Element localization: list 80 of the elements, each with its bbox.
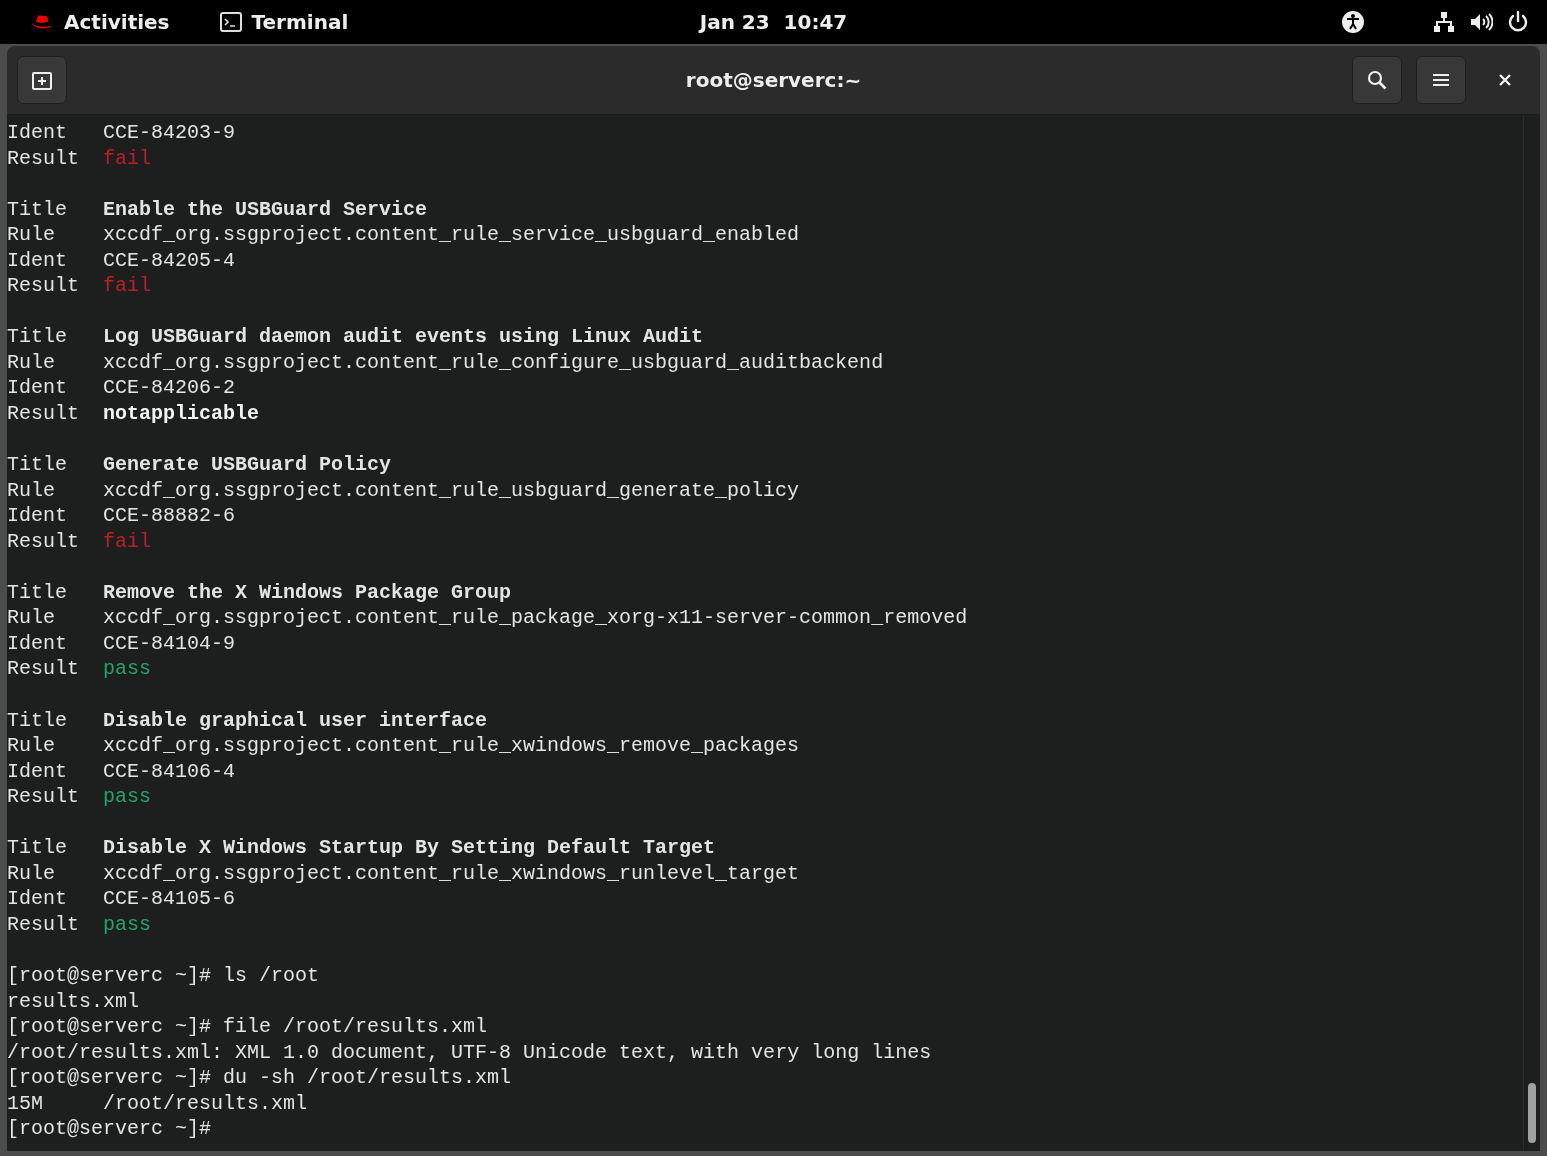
menu-button[interactable] [1416, 56, 1466, 104]
new-tab-button[interactable] [17, 56, 67, 104]
field-value: CCE-84106-4 [103, 758, 236, 785]
rule-title: Disable X Windows Startup By Setting Default Target [103, 835, 716, 861]
close-icon [1499, 74, 1511, 86]
field-label: Ident [7, 886, 68, 912]
field-label: Result [7, 145, 80, 172]
field-value: CCE-84206-2 [103, 375, 236, 401]
field-value: xccdf_org.ssgproject.content_rule_xwindows_remove_packages [103, 733, 800, 759]
field-label: Result [7, 401, 80, 427]
field-label: Rule [7, 349, 56, 376]
field-label: Rule [7, 733, 56, 759]
search-icon [1367, 70, 1387, 90]
field-value: xccdf_org.ssgproject.content_rule_xwindows_runlevel_target [103, 860, 800, 887]
field-label: Ident [7, 630, 68, 657]
field-value: xccdf_org.ssgproject.content_rule_configure_usbguard_auditbackend [103, 349, 884, 376]
field-value: CCE-84203-9 [103, 120, 236, 146]
field-label: Result [7, 273, 80, 299]
scrollbar-thumb[interactable] [1528, 1083, 1536, 1143]
window-title: root@serverc:~ [685, 68, 862, 92]
terminal-icon [219, 12, 242, 32]
result-value: fail [103, 145, 151, 172]
result-value: pass [103, 784, 151, 810]
field-label: Ident [7, 247, 68, 274]
field-label: Rule [7, 222, 56, 248]
field-label: Title [7, 579, 68, 606]
field-label: Rule [7, 477, 56, 504]
command-output: 15M /root/results.xml [7, 1090, 308, 1117]
field-label: Result [7, 784, 80, 810]
field-label: Ident [7, 758, 68, 785]
network-icon[interactable] [1433, 11, 1455, 33]
field-value: CCE-84104-9 [103, 630, 236, 657]
new-tab-icon [31, 69, 53, 91]
result-value: fail [103, 273, 151, 299]
field-label: Title [7, 835, 68, 861]
volume-icon[interactable] [1469, 11, 1493, 33]
activities-button[interactable]: Activities [30, 10, 170, 34]
app-menu[interactable]: Terminal [219, 10, 349, 34]
field-value: CCE-88882-6 [103, 503, 236, 529]
field-value: CCE-84205-4 [103, 247, 236, 274]
rule-title: Generate USBGuard Policy [103, 452, 392, 478]
field-value: xccdf_org.ssgproject.content_rule_package_xorg-x11-server-common_removed [103, 605, 968, 631]
power-icon[interactable] [1507, 11, 1529, 33]
result-value: pass [103, 911, 151, 938]
shell-command: file /root/results.xml [223, 1014, 488, 1040]
field-label: Title [7, 452, 68, 478]
field-label: Result [7, 656, 80, 683]
field-label: Result [7, 528, 80, 555]
shell-prompt: [root@serverc ~]# [7, 1065, 212, 1091]
hat-icon [30, 14, 54, 30]
field-label: Ident [7, 120, 68, 146]
accessibility-icon[interactable] [1341, 10, 1365, 34]
field-label: Ident [7, 375, 68, 401]
shell-prompt: [root@serverc ~]# [7, 1116, 212, 1142]
menu-icon [1433, 73, 1449, 87]
field-label: Ident [7, 503, 68, 529]
command-output: results.xml [7, 988, 140, 1015]
shell-prompt: [root@serverc ~]# [7, 1014, 212, 1040]
field-label: Title [7, 196, 68, 223]
field-value: xccdf_org.ssgproject.content_rule_service_usbguard_enabled [103, 222, 800, 248]
rule-title: Disable graphical user interface [103, 707, 488, 734]
result-value: fail [103, 528, 151, 555]
shell-command: ls /root [223, 963, 320, 989]
search-button[interactable] [1352, 56, 1402, 104]
command-output: /root/results.xml: XML 1.0 document, UTF-8 Unicode text, with very long lines [7, 1039, 932, 1066]
result-value: notapplicable [103, 401, 260, 427]
shell-command: du -sh /root/results.xml [223, 1065, 512, 1091]
clock[interactable]: Jan 23 10:47 [699, 10, 848, 34]
field-label: Rule [7, 860, 56, 887]
field-value: CCE-84105-6 [103, 886, 236, 912]
rule-title: Log USBGuard daemon audit events using Linux Audit [103, 324, 704, 350]
field-label: Result [7, 911, 80, 938]
result-value: pass [103, 656, 151, 683]
field-label: Title [7, 707, 68, 734]
field-label: Title [7, 324, 68, 350]
rule-title: Remove the X Windows Package Group [103, 579, 512, 606]
field-label: Rule [7, 605, 56, 631]
shell-prompt: [root@serverc ~]# [7, 963, 212, 989]
rule-title: Enable the USBGuard Service [103, 196, 428, 223]
field-value: xccdf_org.ssgproject.content_rule_usbguard_generate_policy [103, 477, 800, 504]
